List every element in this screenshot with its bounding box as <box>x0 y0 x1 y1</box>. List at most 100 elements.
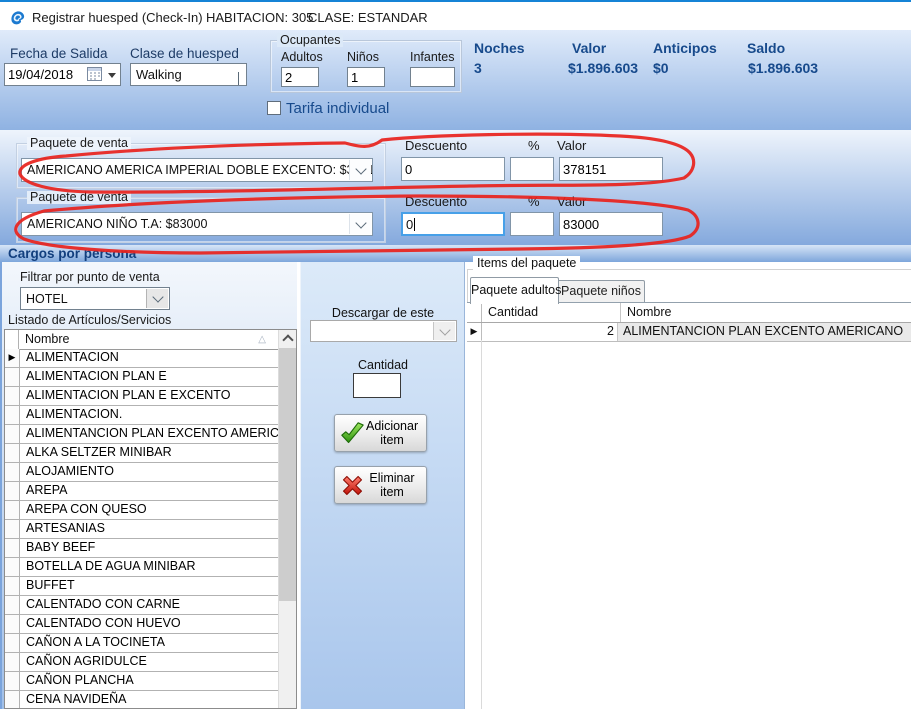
tab-paquete-adultos[interactable]: Paquete adultos <box>470 277 559 304</box>
date-dropdown-arrow[interactable] <box>108 73 116 78</box>
nombre-column-header[interactable]: Nombre <box>621 303 911 322</box>
selector-column-header <box>5 330 19 349</box>
punto-venta-select[interactable]: HOTEL <box>20 287 170 310</box>
scrollbar-thumb[interactable] <box>279 348 296 601</box>
chevron-down-icon[interactable] <box>349 160 371 180</box>
cantidad-column-header[interactable]: Cantidad <box>482 303 621 322</box>
row-selector <box>5 615 20 633</box>
pct-input-2[interactable] <box>510 212 554 236</box>
valor-value: $1.896.603 <box>568 60 638 76</box>
paquete-venta-select-1[interactable]: AMERICANO AMERICA IMPERIAL DOBLE EXCENTO… <box>21 158 373 182</box>
list-item[interactable]: BUFFET <box>5 577 279 596</box>
list-item[interactable]: CALENTADO CON CARNE <box>5 596 279 615</box>
table-row[interactable]: ▶2ALIMENTANCION PLAN EXCENTO AMERICANO <box>467 323 911 342</box>
list-item[interactable]: BOTELLA DE AGUA MINIBAR <box>5 558 279 577</box>
pct-input-1[interactable] <box>510 157 554 181</box>
row-selector <box>5 558 20 576</box>
fecha-salida-field[interactable]: 19/04/2018 <box>4 63 121 86</box>
list-item-label: CAÑON AGRIDULCE <box>20 653 279 671</box>
paquete-venta-groupbox-2: Paquete de venta AMERICANO NIÑO T.A: $83… <box>16 197 386 243</box>
noches-label: Noches <box>474 40 525 56</box>
list-item-label: BUFFET <box>20 577 279 595</box>
row-selector <box>5 634 20 652</box>
list-item[interactable]: CENA NAVIDEÑA <box>5 691 279 708</box>
list-item[interactable]: ALIMENTANCION PLAN EXCENTO AMERICANO <box>5 425 279 444</box>
list-item[interactable]: ARTESANIAS <box>5 520 279 539</box>
ocupantes-caption: Ocupantes <box>277 33 343 47</box>
list-item[interactable]: CALENTADO CON HUEVO <box>5 615 279 634</box>
habitacion-label: HABITACION: 305 <box>206 10 313 25</box>
paquete-venta-select-2[interactable]: AMERICANO NIÑO T.A: $83000 <box>21 212 373 236</box>
ninos-input[interactable] <box>347 67 385 87</box>
descuento-value-2: 0 <box>406 217 413 232</box>
infantes-input[interactable] <box>410 67 455 87</box>
paquete-venta-caption-2: Paquete de venta <box>27 191 131 204</box>
list-item[interactable]: ALOJAMIENTO <box>5 463 279 482</box>
adicionar-item-button[interactable]: Adicionar item <box>334 414 427 452</box>
calendar-icon[interactable] <box>87 67 102 81</box>
chevron-down-icon <box>238 72 239 86</box>
saldo-value: $1.896.603 <box>748 60 818 76</box>
paquete-venta-value-1: AMERICANO AMERICA IMPERIAL DOBLE EXCENTO… <box>27 163 373 177</box>
paquete-table-header: Cantidad Nombre <box>467 303 911 323</box>
window-title: Registrar huesped (Check-In) <box>32 10 203 25</box>
valor-label: Valor <box>572 40 606 56</box>
valor-label-2: Valor <box>557 194 586 209</box>
list-item-label: CAÑON PLANCHA <box>20 672 279 690</box>
list-item-label: CALENTADO CON HUEVO <box>20 615 279 633</box>
chevron-down-icon[interactable] <box>349 214 371 234</box>
list-item-label: ALOJAMIENTO <box>20 463 279 481</box>
row-selector <box>5 691 20 708</box>
descuento-input-2[interactable]: 0 <box>401 212 505 236</box>
adultos-input[interactable] <box>281 67 319 87</box>
sort-ascending-icon[interactable]: △ <box>258 334 266 345</box>
list-item-label: AREPA <box>20 482 279 500</box>
list-item[interactable]: AREPA <box>5 482 279 501</box>
row-selector <box>5 425 20 443</box>
valor-input-1[interactable] <box>559 157 663 181</box>
list-item[interactable]: ALIMENTACION PLAN E <box>5 368 279 387</box>
pct-label-1: % <box>528 138 540 153</box>
list-item[interactable]: ALIMENTACION. <box>5 406 279 425</box>
descuento-input-1[interactable] <box>401 157 505 181</box>
eliminar-item-button[interactable]: Eliminar item <box>334 466 427 504</box>
list-item[interactable]: ALKA SELTZER MINIBAR <box>5 444 279 463</box>
list-item[interactable]: ALIMENTACION PLAN E EXCENTO <box>5 387 279 406</box>
check-icon <box>339 420 366 447</box>
paquete-venta-value-2: AMERICANO NIÑO T.A: $83000 <box>27 217 207 231</box>
valor-input-2[interactable] <box>559 212 663 236</box>
list-item[interactable]: ▶ALIMENTACION <box>5 349 279 368</box>
list-scrollbar[interactable] <box>278 330 296 708</box>
tarifa-individual-checkbox[interactable] <box>267 101 281 115</box>
list-item[interactable]: CAÑON PLANCHA <box>5 672 279 691</box>
row-selector <box>5 387 20 405</box>
paquete-venta-caption-1: Paquete de venta <box>27 137 131 150</box>
selector-column-line <box>481 340 482 709</box>
list-item[interactable]: CAÑON AGRIDULCE <box>5 653 279 672</box>
row-selector <box>5 501 20 519</box>
articulos-list-header[interactable]: Nombre △ <box>5 330 279 350</box>
checkin-window: Registrar huesped (Check-In) HABITACION:… <box>0 0 911 709</box>
clase-label: CLASE: ESTANDAR <box>308 10 428 25</box>
scrollbar-up-button[interactable] <box>279 330 296 347</box>
articulos-rows: ▶ALIMENTACIONALIMENTACION PLAN EALIMENTA… <box>5 349 279 708</box>
list-item[interactable]: AREPA CON QUESO <box>5 501 279 520</box>
list-item[interactable]: BABY BEEF <box>5 539 279 558</box>
nombre-column-header[interactable]: Nombre <box>25 332 69 346</box>
noches-value: 3 <box>474 60 482 76</box>
row-selector <box>5 406 20 424</box>
inventario-select[interactable] <box>310 320 457 342</box>
infantes-label: Infantes <box>410 50 454 64</box>
row-selector <box>5 672 20 690</box>
clase-huesped-select[interactable]: Walking <box>130 63 247 86</box>
list-item-label: CALENTADO CON CARNE <box>20 596 279 614</box>
articulos-list: Nombre △ ▶ALIMENTACIONALIMENTACION PLAN … <box>4 329 297 709</box>
row-selector: ▶ <box>5 349 20 367</box>
chevron-down-icon[interactable] <box>146 289 168 308</box>
tab-paquete-ninos[interactable]: Paquete niños <box>557 280 645 304</box>
paquete-table: Cantidad Nombre ▶2ALIMENTANCION PLAN EXC… <box>467 302 911 709</box>
row-selector <box>5 482 20 500</box>
cantidad-input[interactable] <box>353 373 401 398</box>
list-item[interactable]: CAÑON A LA TOCINETA <box>5 634 279 653</box>
selector-column-header <box>467 303 482 322</box>
